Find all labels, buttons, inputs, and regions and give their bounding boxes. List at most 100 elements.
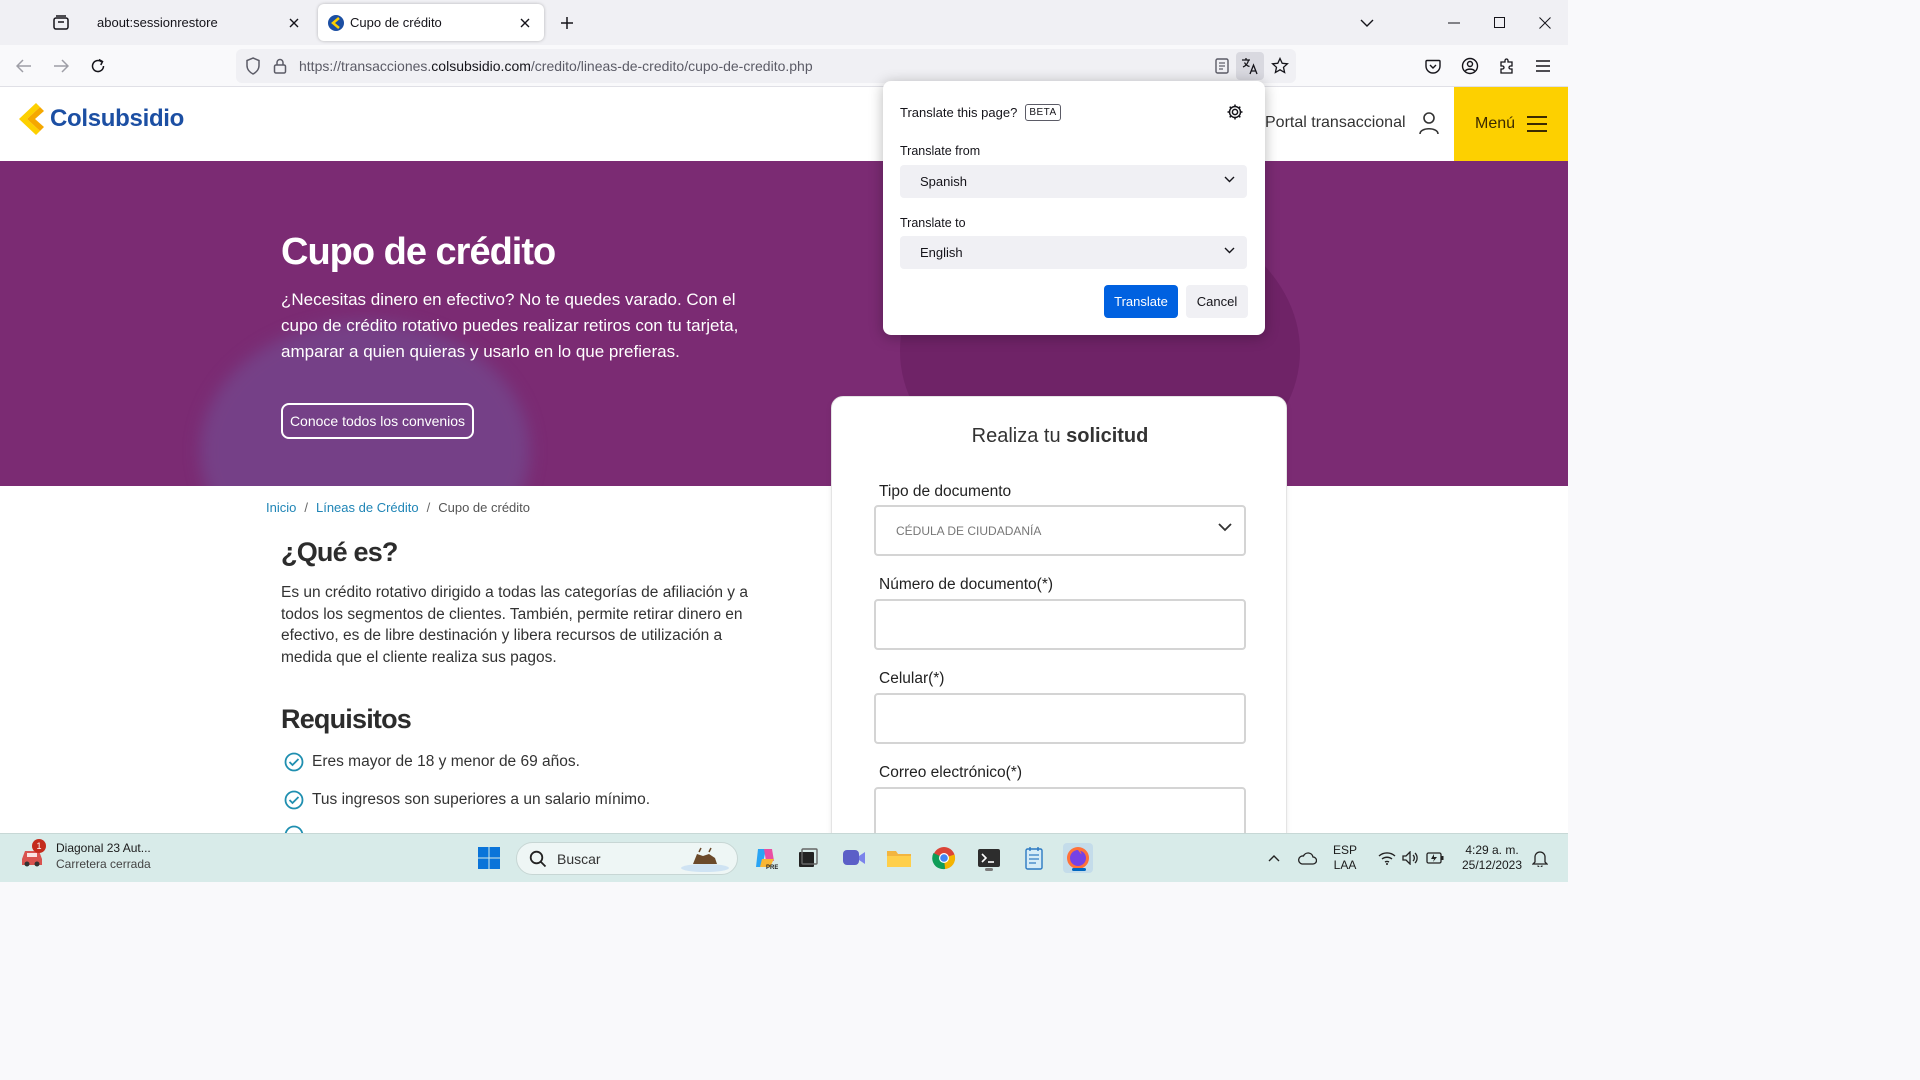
- taskbar-search-box[interactable]: Buscar: [516, 842, 738, 875]
- bookmark-button[interactable]: [1270, 56, 1290, 76]
- quick-settings-button[interactable]: [1374, 843, 1448, 873]
- translations-button[interactable]: [1236, 52, 1264, 80]
- email-field[interactable]: [874, 787, 1246, 833]
- tab-sessionrestore[interactable]: about:sessionrestore: [87, 4, 313, 41]
- search-highlight-image: [681, 847, 729, 872]
- extensions-button[interactable]: [1493, 52, 1521, 80]
- reader-view-button[interactable]: [1212, 56, 1232, 76]
- maximize-button[interactable]: [1476, 0, 1522, 45]
- colsubsidio-logo-icon: [19, 103, 44, 135]
- breadcrumb-link-inicio[interactable]: Inicio: [266, 500, 296, 515]
- weather-widget[interactable]: 1 Diagonal 23 Aut... Carretera cerrada: [18, 839, 151, 871]
- firefox-view-button[interactable]: [44, 9, 78, 37]
- battery-icon: [1426, 852, 1444, 864]
- task-view-button[interactable]: [793, 843, 823, 873]
- breadcrumb: Inicio / Líneas de Crédito / Cupo de crédito: [266, 500, 530, 515]
- minimize-icon: [1448, 22, 1460, 23]
- chevron-down-icon: [1360, 19, 1374, 27]
- colsubsidio-logo[interactable]: Colsubsidio: [18, 102, 184, 136]
- que-es-heading: ¿Qué es?: [281, 537, 398, 567]
- weather-text: Diagonal 23 Aut... Carretera cerrada: [56, 841, 151, 871]
- tab-title: Cupo de crédito: [350, 15, 442, 30]
- plus-icon: [561, 17, 573, 29]
- close-icon: [1539, 16, 1551, 29]
- notification-badge: 1: [32, 839, 46, 853]
- app-menu-button[interactable]: [1529, 52, 1557, 80]
- url-bar[interactable]: https://transacciones.colsubsidio.com/cr…: [236, 49, 1296, 83]
- pocket-icon: [1425, 59, 1441, 74]
- show-hidden-icons-button[interactable]: [1262, 843, 1286, 873]
- translate-button[interactable]: Translate: [1104, 285, 1178, 318]
- translate-from-select[interactable]: Spanish: [900, 165, 1247, 198]
- translate-popup: Translate this page? BETA Translate from…: [883, 81, 1265, 335]
- tab-cupo-de-credito[interactable]: Cupo de crédito: [318, 4, 544, 41]
- copilot-button[interactable]: PRE: [750, 843, 780, 873]
- pocket-button[interactable]: [1419, 52, 1447, 80]
- web-page: Colsubsidio Portal transaccional Menú Cu…: [0, 87, 1568, 833]
- notepad-icon: [1025, 847, 1043, 870]
- site-menu-button[interactable]: Menú: [1454, 87, 1568, 161]
- translate-title-text: Translate this page?: [900, 105, 1018, 120]
- breadcrumb-separator: /: [304, 500, 308, 515]
- check-circle-icon: [284, 790, 304, 810]
- tab-close-button[interactable]: [516, 14, 534, 32]
- reload-button[interactable]: [84, 52, 112, 80]
- colsubsidio-favicon-icon: [328, 14, 344, 31]
- traffic-icon-wrapper: 1: [18, 839, 48, 871]
- hero-banner: Cupo de crédito ¿Necesitas dinero en efe…: [0, 161, 1568, 486]
- tab-close-button[interactable]: [285, 14, 303, 32]
- keyboard-layout: LAA: [1333, 858, 1357, 872]
- tab-strip: about:sessionrestore Cupo de crédito: [0, 0, 1568, 45]
- translate-settings-button[interactable]: [1226, 103, 1244, 121]
- form-title-bold: solicitud: [1066, 425, 1149, 447]
- site-info-button[interactable]: [270, 56, 290, 76]
- form-title: Realiza tu solicitud: [832, 425, 1288, 448]
- chevron-up-icon: [1268, 855, 1280, 862]
- notifications-button[interactable]: [1528, 843, 1552, 873]
- file-explorer-button[interactable]: [884, 843, 914, 873]
- star-icon: [1271, 57, 1289, 74]
- new-tab-button[interactable]: [553, 9, 581, 37]
- terminal-button[interactable]: [974, 843, 1004, 873]
- translate-to-label: Translate to: [900, 216, 966, 230]
- chevron-down-icon: [1224, 176, 1235, 183]
- reader-view-icon: [1215, 58, 1229, 74]
- clock-time: 4:29 a. m.: [1465, 843, 1519, 857]
- windows-taskbar: 1 Diagonal 23 Aut... Carretera cerrada B…: [0, 833, 1568, 882]
- breadcrumb-link-lineas[interactable]: Líneas de Crédito: [316, 500, 419, 515]
- portal-transaccional-link[interactable]: Portal transaccional: [1265, 111, 1440, 135]
- onedrive-button[interactable]: [1294, 843, 1320, 873]
- close-window-button[interactable]: [1522, 0, 1568, 45]
- lock-icon: [273, 58, 287, 74]
- list-all-tabs-button[interactable]: [1344, 0, 1390, 45]
- translate-from-value: Spanish: [920, 174, 967, 189]
- phone-field[interactable]: [874, 693, 1246, 744]
- teams-button[interactable]: [839, 843, 869, 873]
- doc-type-select[interactable]: CÉDULA DE CIUDADANÍA: [874, 505, 1246, 556]
- requisito-item: Tus ingresos son superiores a un salario…: [284, 790, 650, 810]
- cancel-button[interactable]: Cancel: [1186, 285, 1248, 318]
- firefox-taskbar-button[interactable]: [1063, 843, 1093, 873]
- translate-to-select[interactable]: English: [900, 236, 1247, 269]
- chrome-button[interactable]: [929, 843, 959, 873]
- start-button[interactable]: [474, 843, 504, 873]
- back-button[interactable]: [10, 52, 38, 80]
- notepad-button[interactable]: [1019, 843, 1049, 873]
- account-button[interactable]: [1456, 52, 1484, 80]
- minimize-button[interactable]: [1431, 0, 1477, 45]
- tracking-protection-button[interactable]: [243, 56, 263, 76]
- search-icon: [529, 850, 547, 867]
- language-indicator[interactable]: ESP LAA: [1333, 843, 1357, 873]
- account-icon: [1461, 57, 1479, 75]
- requisitos-heading: Requisitos: [281, 704, 412, 734]
- puzzle-icon: [1500, 58, 1513, 74]
- arrow-right-icon: [54, 59, 69, 73]
- copilot-icon: PRE: [756, 849, 778, 871]
- translate-from-label: Translate from: [900, 144, 981, 158]
- chevron-down-icon: [1218, 523, 1232, 532]
- doc-number-field[interactable]: [874, 599, 1246, 650]
- clock[interactable]: 4:29 a. m. 25/12/2023: [1452, 843, 1532, 873]
- conoce-convenios-button[interactable]: Conoce todos los convenios: [281, 403, 474, 439]
- close-icon: [289, 18, 299, 27]
- forward-button[interactable]: [47, 52, 75, 80]
